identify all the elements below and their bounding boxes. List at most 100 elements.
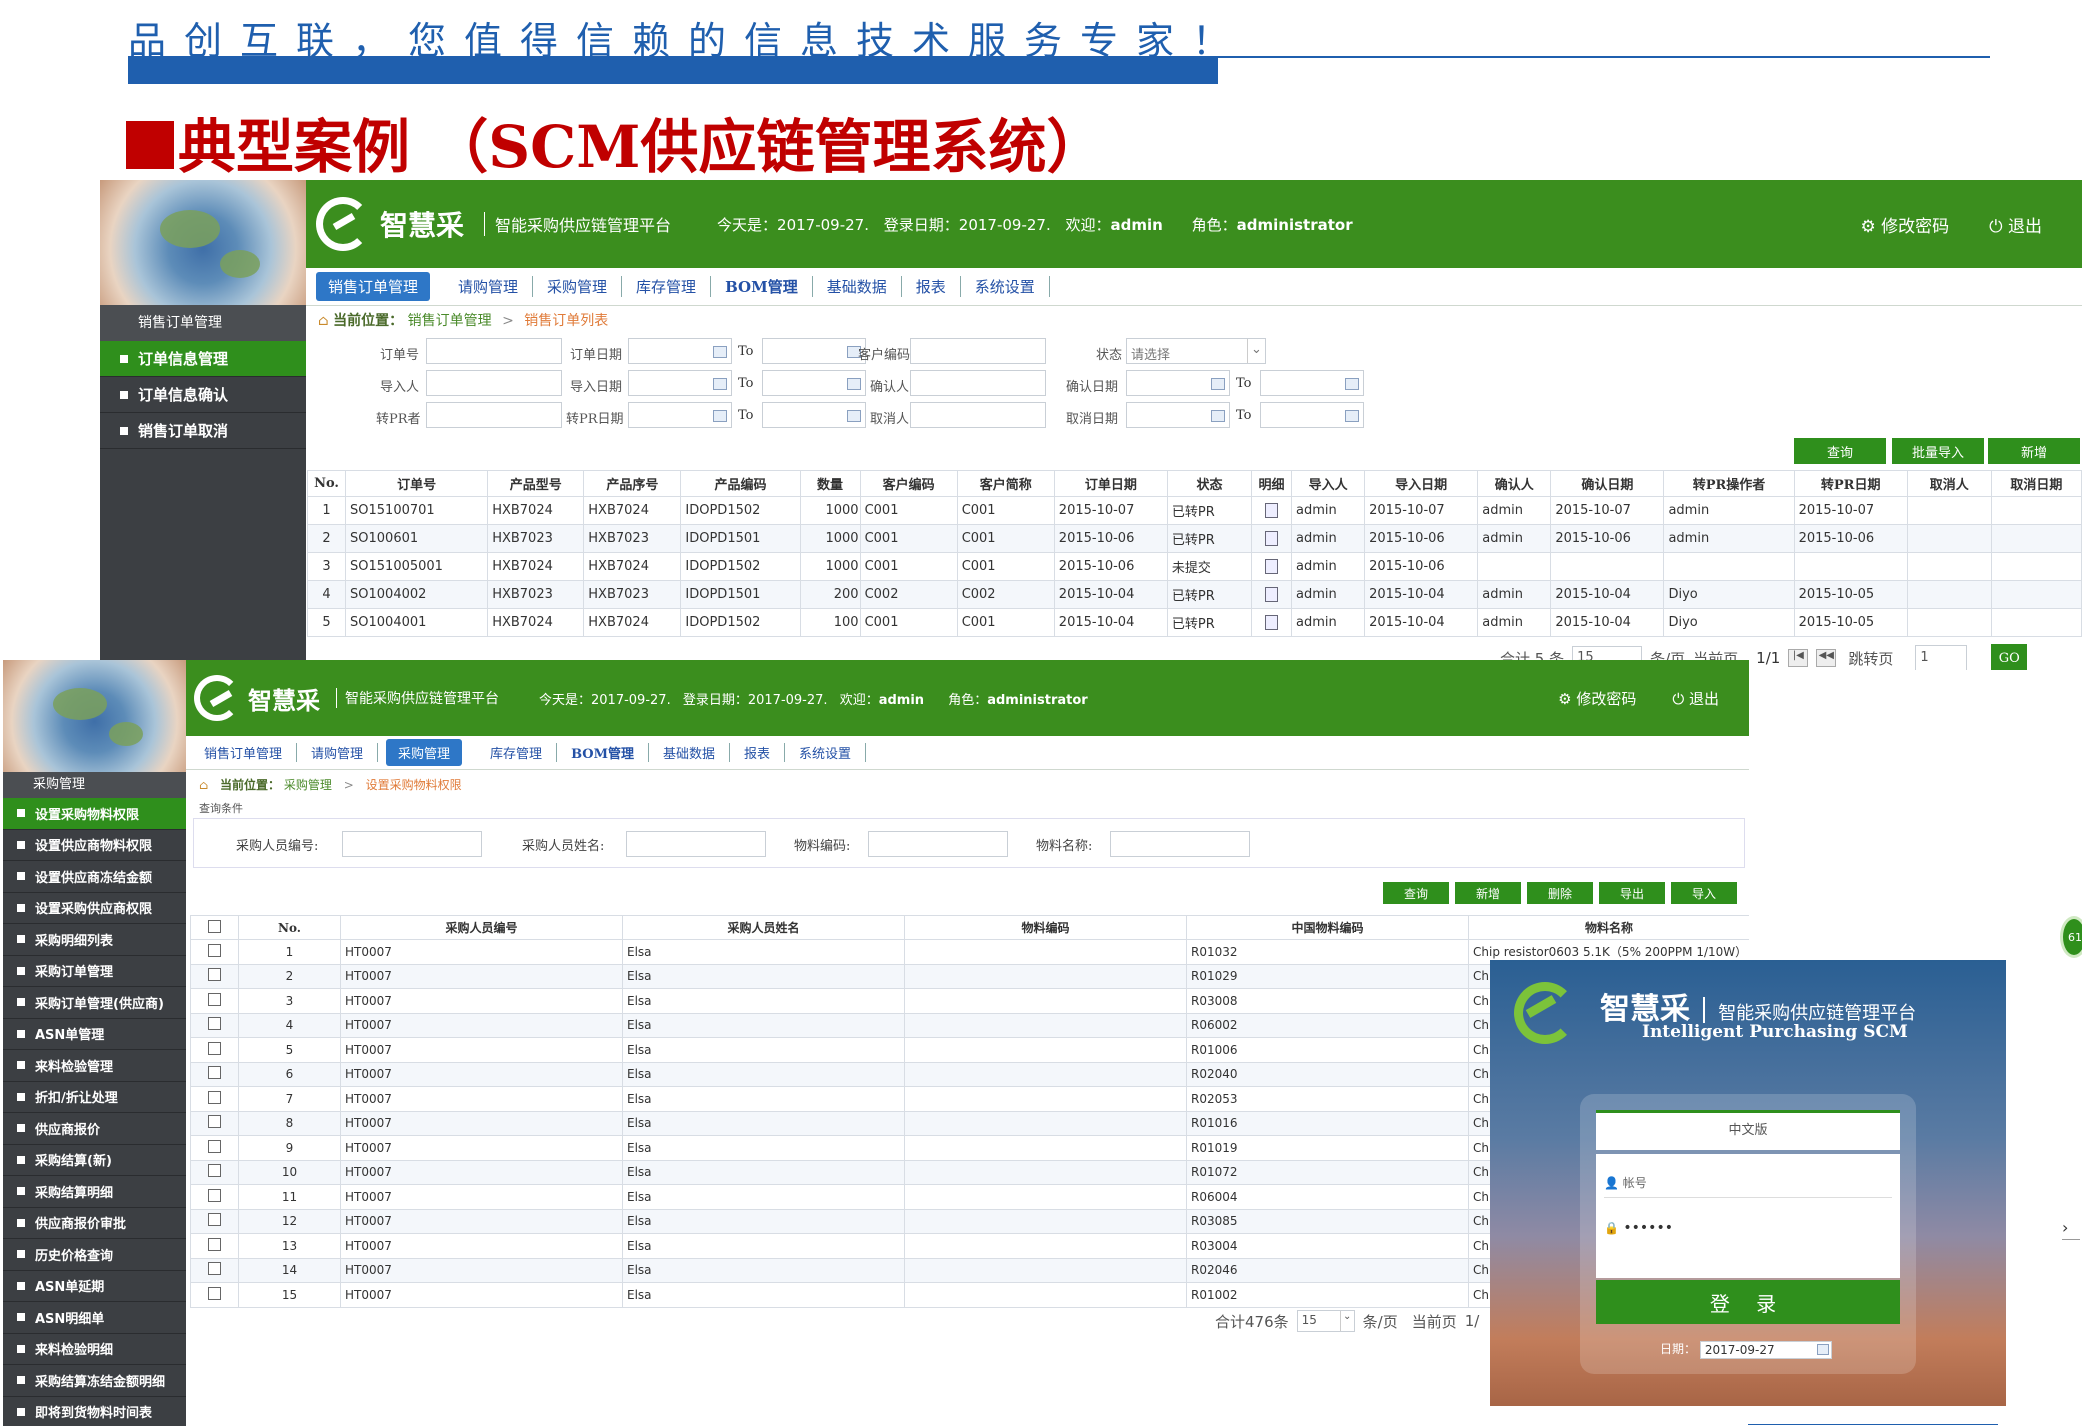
table-row[interactable]: 3 SO151005001 HXB7024 HXB7024 IDOPD1502 1000 C… — [306, 552, 2082, 581]
row-checkbox[interactable] — [190, 1159, 239, 1185]
sidebar-item[interactable]: 供应商报价审批 — [3, 1208, 186, 1239]
pr-date-to[interactable] — [762, 402, 866, 428]
sidebar-item-order-cancel[interactable]: 销售订单取消 — [100, 413, 306, 449]
detail-icon[interactable] — [1265, 531, 1279, 546]
sidebar-item[interactable]: 采购结算冻结金额明细 — [3, 1365, 186, 1397]
export-button[interactable]: 导出 — [1599, 882, 1665, 904]
import-date-from[interactable] — [628, 370, 732, 396]
table-row[interactable]: 4 SO1004002 HXB7023 HXB7023 IDOPD1501 200 C002… — [306, 580, 2082, 609]
sidebar-item[interactable]: 设置采购供应商权限 — [3, 893, 186, 924]
row-checkbox[interactable] — [190, 939, 239, 965]
sidebar-item[interactable]: 供应商报价 — [3, 1113, 186, 1145]
tab-settings[interactable]: 系统设置 — [961, 276, 1050, 297]
login-button[interactable]: 登 录 — [1596, 1280, 1900, 1324]
detail-icon[interactable] — [1265, 615, 1279, 630]
status-select[interactable]: 请选择 ⌄ — [1126, 338, 1266, 364]
import-date-to[interactable] — [762, 370, 866, 396]
sidebar-item[interactable]: ASN单管理 — [3, 1019, 186, 1050]
import-button[interactable]: 导入 — [1671, 882, 1737, 904]
go-button[interactable]: GO — [1991, 644, 2028, 670]
sidebar-item[interactable]: 采购结算明细 — [3, 1176, 186, 1208]
buyer-name-input[interactable] — [626, 831, 766, 857]
add-button[interactable]: 新增 — [1455, 882, 1521, 904]
mat-code-input[interactable] — [868, 831, 1008, 857]
cancel-date-to[interactable] — [1260, 402, 1364, 428]
table-row[interactable]: 5 SO1004001 HXB7024 HXB7024 IDOPD1502 100 C001… — [306, 608, 2082, 637]
tab-purchase[interactable]: 采购管理 — [533, 276, 623, 297]
first-page-icon[interactable]: |◀ — [1788, 649, 1809, 667]
query-button[interactable]: 查询 — [1794, 438, 1886, 464]
scroll-right-icon[interactable]: › — [2062, 1218, 2080, 1240]
cust-code-input[interactable] — [910, 338, 1046, 364]
confirm-date-from[interactable] — [1126, 370, 1230, 396]
sidebar-item[interactable]: 折扣/折让处理 — [3, 1082, 186, 1113]
tab-settings[interactable]: 系统设置 — [785, 743, 867, 762]
batch-import-button[interactable]: 批量导入 — [1892, 438, 1984, 464]
page-input[interactable]: 1 — [1915, 645, 1968, 670]
tab-sales-order[interactable]: 销售订单管理 — [316, 272, 431, 301]
sidebar-item[interactable]: ASN明细单 — [3, 1302, 186, 1334]
table-row[interactable]: 2 SO100601 HXB7023 HXB7023 IDOPD1501 1000 C001… — [306, 524, 2082, 553]
pr-date-from[interactable] — [628, 402, 732, 428]
detail-icon[interactable] — [1265, 503, 1279, 518]
sidebar-item[interactable]: 来料检验明细 — [3, 1334, 186, 1365]
sidebar-item[interactable]: 即将到货物料时间表 — [3, 1397, 186, 1426]
row-checkbox[interactable] — [190, 1282, 239, 1308]
prev-page-icon[interactable]: ◀◀ — [1816, 649, 1837, 667]
order-date-from[interactable] — [628, 338, 732, 364]
cell-detail[interactable] — [1251, 580, 1293, 609]
login-date-input[interactable]: 2017-09-27 — [1699, 1340, 1832, 1359]
per-page-select[interactable]: 15 ⌄ — [1296, 1310, 1355, 1332]
cancel-date-from[interactable] — [1126, 402, 1230, 428]
sidebar-item[interactable]: 设置供应商物料权限 — [3, 830, 186, 861]
row-checkbox[interactable] — [190, 1135, 239, 1161]
confirm-date-to[interactable] — [1260, 370, 1364, 396]
sidebar-item-order-confirm[interactable]: 订单信息确认 — [100, 377, 306, 413]
tab-inventory[interactable]: 库存管理 — [622, 276, 712, 297]
row-checkbox[interactable] — [190, 1208, 239, 1234]
add-button[interactable]: 新增 — [1988, 438, 2080, 464]
change-password-button[interactable]: ⚙ 修改密码 — [1860, 212, 1949, 237]
tab-inventory[interactable]: 库存管理 — [476, 743, 558, 762]
row-checkbox[interactable] — [190, 963, 239, 989]
buyer-code-input[interactable] — [342, 831, 482, 857]
detail-icon[interactable] — [1265, 559, 1279, 574]
tab-basic-data[interactable]: 基础数据 — [649, 743, 731, 762]
mat-name-input[interactable] — [1110, 831, 1250, 857]
sidebar-item[interactable]: 采购订单管理 — [3, 956, 186, 987]
row-checkbox[interactable] — [190, 988, 239, 1014]
query-button[interactable]: 查询 — [1383, 882, 1449, 904]
tab-requisition[interactable]: 请购管理 — [444, 276, 534, 297]
tab-requisition[interactable]: 请购管理 — [297, 743, 379, 762]
select-all-checkbox[interactable] — [190, 915, 239, 940]
order-no-input[interactable] — [426, 338, 562, 364]
order-date-to[interactable] — [762, 338, 866, 364]
row-checkbox[interactable] — [190, 1012, 239, 1038]
tab-sales-order[interactable]: 销售订单管理 — [190, 743, 298, 762]
password-field[interactable]: 🔒 •••••• — [1604, 1216, 1892, 1246]
logout-button[interactable]: ⏻ 退出 — [1672, 688, 1719, 709]
row-checkbox[interactable] — [190, 1061, 239, 1087]
row-checkbox[interactable] — [190, 1037, 239, 1063]
sidebar-item-order-info[interactable]: 订单信息管理 — [100, 341, 306, 377]
tab-bom[interactable]: BOM管理 — [711, 276, 813, 297]
logout-button[interactable]: ⏻ 退出 — [1989, 212, 2042, 237]
table-row[interactable]: 1 SO15100701 HXB7024 HXB7024 IDOPD1502 1000 C0… — [306, 496, 2082, 525]
sidebar-item[interactable]: 设置采购物料权限 — [3, 798, 186, 830]
sidebar-item[interactable]: 历史价格查询 — [3, 1239, 186, 1271]
row-checkbox[interactable] — [190, 1257, 239, 1283]
edge-badge[interactable]: 61 — [2060, 916, 2082, 958]
pr-user-input[interactable] — [426, 402, 562, 428]
sidebar-item[interactable]: 采购订单管理(供应商) — [3, 987, 186, 1019]
detail-icon[interactable] — [1265, 587, 1279, 602]
canceler-input[interactable] — [910, 402, 1046, 428]
change-password-button[interactable]: ⚙ 修改密码 — [1558, 688, 1636, 709]
confirmer-input[interactable] — [910, 370, 1046, 396]
sidebar-item[interactable]: ASN单延期 — [3, 1271, 186, 1302]
row-checkbox[interactable] — [190, 1233, 239, 1259]
cell-detail[interactable] — [1251, 608, 1293, 637]
account-field[interactable]: 👤 帐号 — [1604, 1168, 1892, 1198]
sidebar-item[interactable]: 设置供应商冻结金额 — [3, 861, 186, 893]
cell-detail[interactable] — [1251, 524, 1293, 553]
sidebar-item[interactable]: 采购明细列表 — [3, 924, 186, 956]
